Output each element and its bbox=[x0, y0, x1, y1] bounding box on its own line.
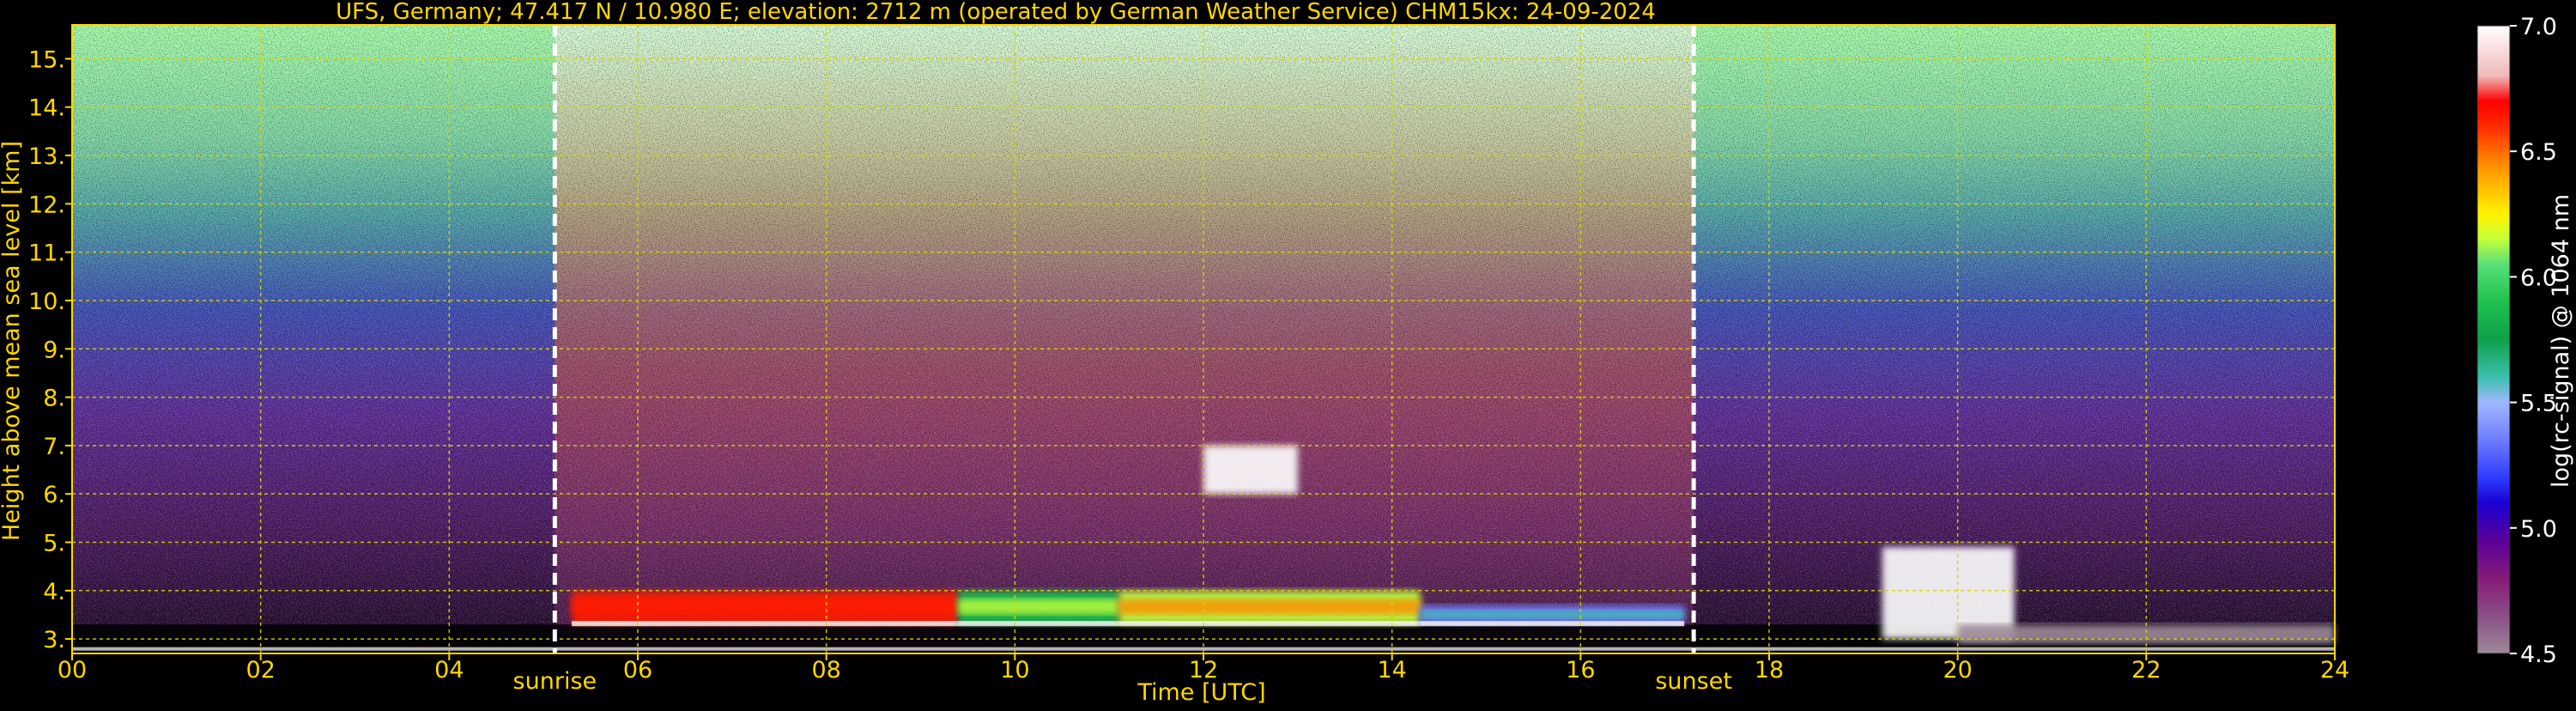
y-tick-label: 9. bbox=[43, 337, 65, 363]
y-tick-label: 15. bbox=[28, 46, 65, 73]
y-axis-label: Height above mean sea level [km] bbox=[0, 141, 25, 541]
y-tick-label: 8. bbox=[43, 386, 65, 412]
x-tick-label: 06 bbox=[623, 657, 652, 684]
signal-field bbox=[72, 25, 2335, 653]
feature-boundary_layer-2 bbox=[1118, 590, 1421, 627]
feature-boundary_layer-3 bbox=[1420, 605, 1685, 627]
y-tick-label: 10. bbox=[28, 289, 65, 315]
feature-boundary_layer-1 bbox=[958, 590, 1119, 627]
feature-core bbox=[958, 599, 1119, 615]
colorbar: 4.55.05.56.06.57.0 bbox=[2476, 14, 2557, 668]
y-tick-label: 3. bbox=[43, 627, 65, 653]
y-tick-label: 4. bbox=[43, 579, 65, 605]
feature-base-line bbox=[572, 621, 959, 627]
x-tick-label: 22 bbox=[2131, 657, 2161, 684]
x-tick-label: 16 bbox=[1566, 657, 1595, 684]
y-tick-label: 13. bbox=[28, 143, 65, 170]
x-axis-label: Time [UTC] bbox=[1136, 679, 1265, 706]
feature-core bbox=[1118, 599, 1421, 615]
y-tick-label: 6. bbox=[43, 482, 65, 508]
feature-boundary_layer-0 bbox=[572, 590, 959, 627]
colorbar-tick-label: 6.5 bbox=[2520, 139, 2557, 166]
marker-label-sunset: sunset bbox=[1655, 668, 1732, 695]
feature-base-line bbox=[1118, 621, 1421, 627]
chart-title: UFS, Germany; 47.417 N / 10.980 E; eleva… bbox=[336, 0, 1656, 25]
colorbar-tick-label: 5.0 bbox=[2520, 516, 2557, 543]
x-tick-label: 24 bbox=[2320, 657, 2349, 684]
feature-core bbox=[1420, 610, 1685, 619]
chart-svg: sunrise sunset 00 02 04 06 08 10 12 14 16 18 20 22 24… bbox=[0, 0, 2574, 706]
y-tick-label: 11. bbox=[28, 240, 65, 267]
x-tick-label: 00 bbox=[58, 657, 87, 684]
ceilometer-chart: sunrise sunset 00 02 04 06 08 10 12 14 16 18 20 22 24… bbox=[0, 0, 2576, 708]
y-tick-label: 12. bbox=[28, 191, 65, 218]
y-tick-label: 14. bbox=[28, 95, 65, 122]
feature-base-line bbox=[958, 621, 1119, 627]
x-tick-label: 08 bbox=[811, 657, 840, 684]
x-tick-label: 20 bbox=[1943, 657, 1972, 684]
y-tick-label: 5. bbox=[43, 530, 65, 556]
feature-body bbox=[1203, 445, 1298, 495]
y-tick-label: 7. bbox=[43, 434, 65, 460]
feature-cloud_patch-6 bbox=[1203, 445, 1298, 495]
x-tick-label: 10 bbox=[1000, 657, 1029, 684]
colorbar-tick-label: 7.0 bbox=[2520, 14, 2557, 40]
marker-label-sunrise: sunrise bbox=[513, 668, 597, 695]
x-tick-label: 02 bbox=[245, 657, 275, 684]
colorbar-label: log(rc-signal) @ 1064 nm bbox=[2548, 194, 2574, 488]
feature-body bbox=[1957, 624, 2335, 644]
feature-residual_layer-5 bbox=[1957, 624, 2335, 644]
feature-base-line bbox=[1420, 621, 1685, 627]
colorbar-tick-label: 4.5 bbox=[2520, 641, 2557, 668]
colorbar-gradient bbox=[2477, 26, 2510, 653]
feature-core bbox=[572, 599, 959, 615]
x-tick-label: 04 bbox=[434, 657, 464, 684]
x-tick-label: 18 bbox=[1755, 657, 1784, 684]
x-tick-label: 14 bbox=[1377, 657, 1406, 684]
